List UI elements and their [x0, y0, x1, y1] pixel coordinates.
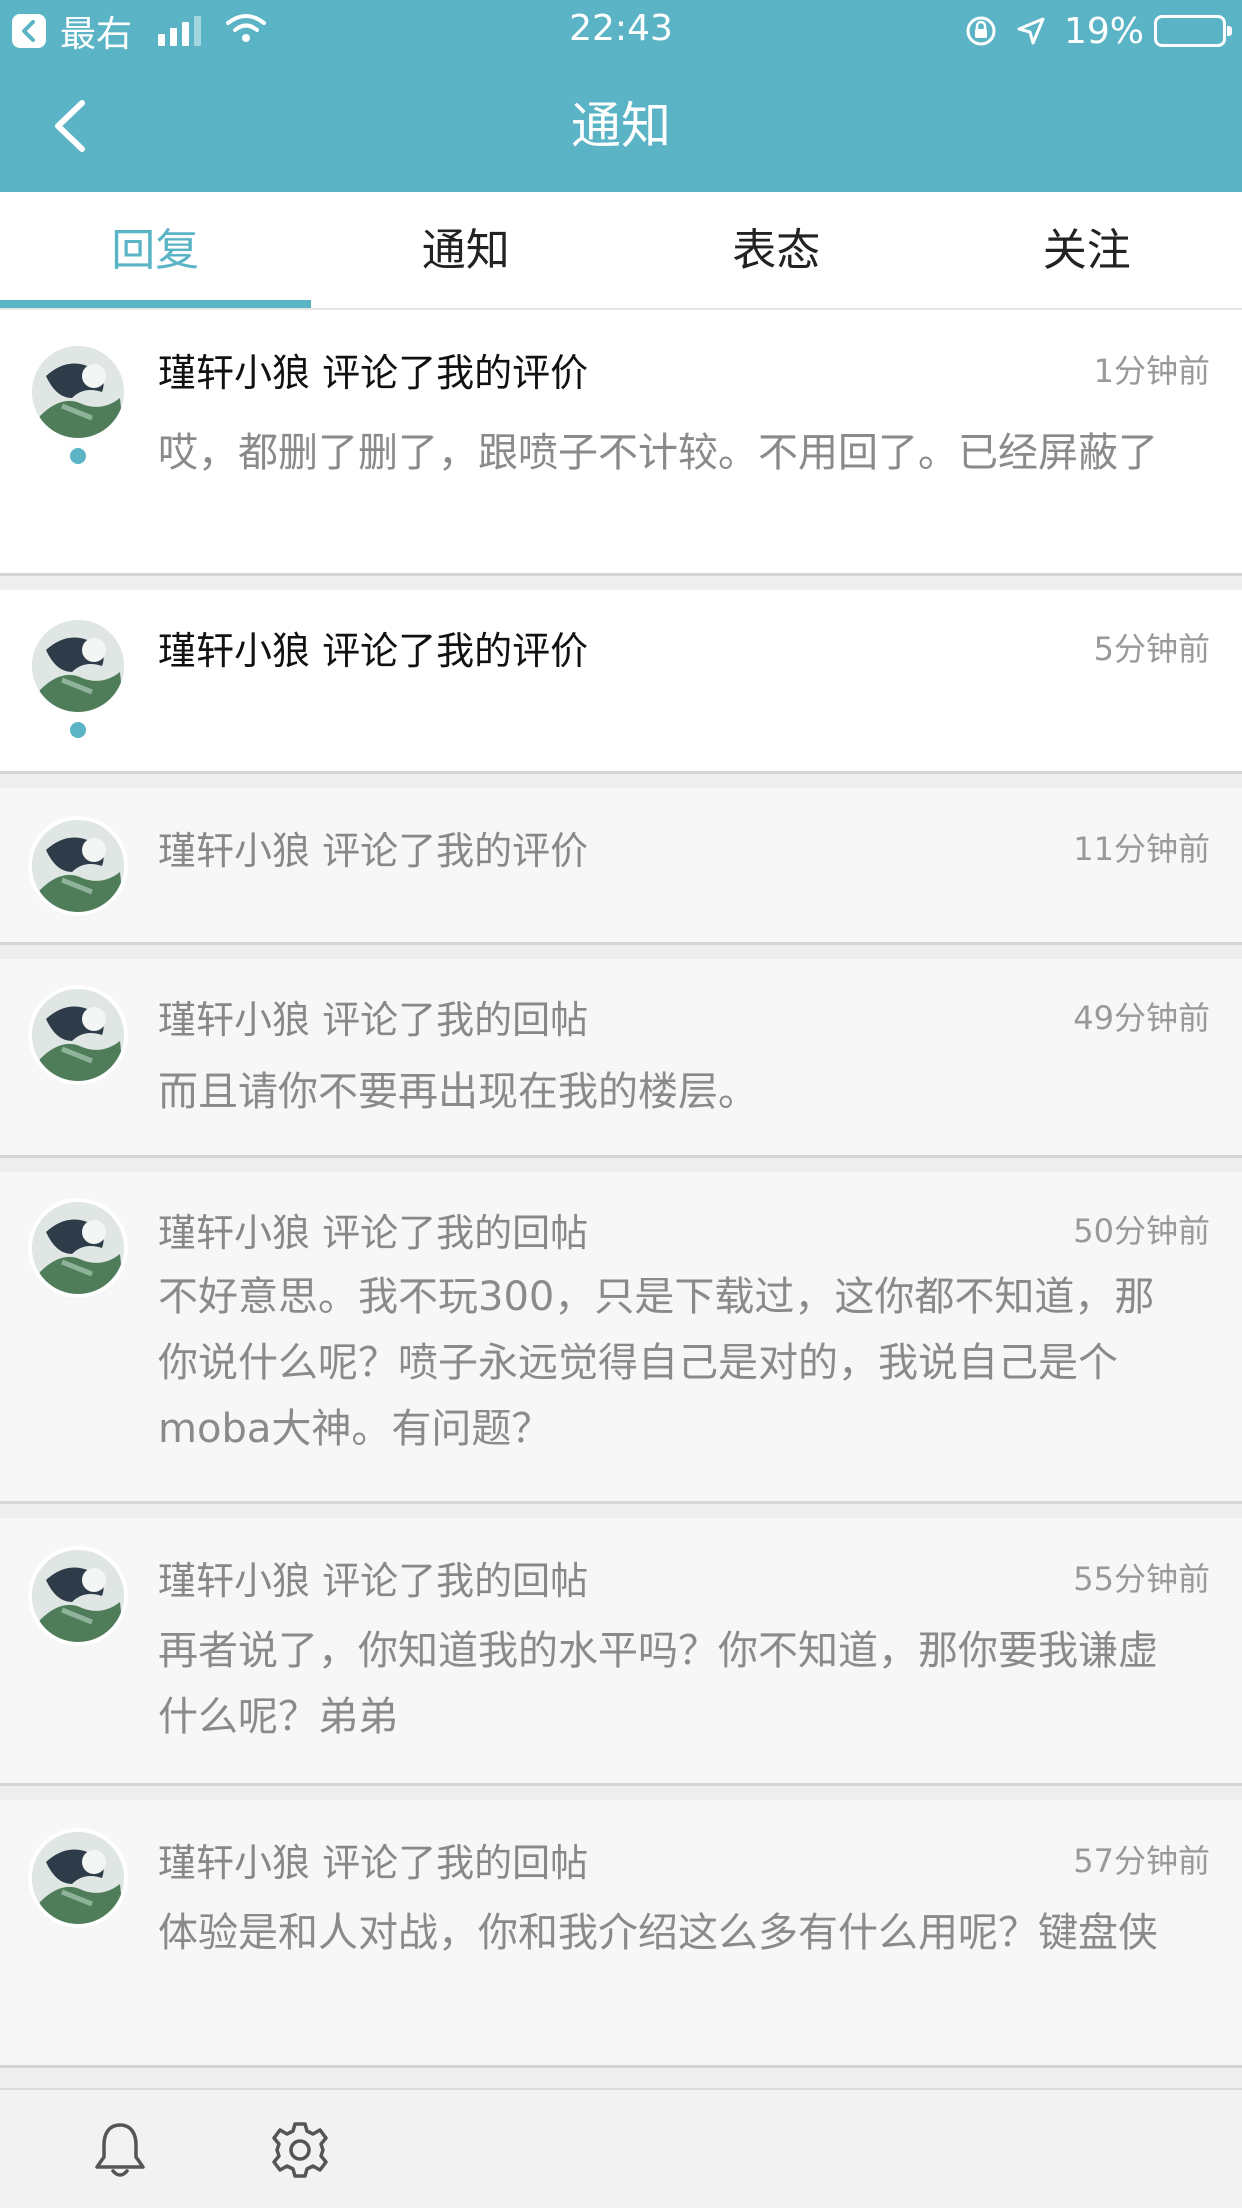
notification-content: 体验是和人对战，你和我介绍这么多有什么用呢？键盘侠: [158, 1910, 1158, 1956]
notification-time: 5分钟前: [1093, 630, 1210, 668]
notification-list: 瑾轩小狼 评论了我的评价 1分钟前 哎，都删了删了，跟喷子不计较。不用回了。已经…: [0, 310, 1242, 2082]
avatar[interactable]: [32, 820, 124, 912]
location-arrow-icon: [1016, 16, 1046, 46]
notification-content: 不好意思。我不玩300，只是下载过，这你都不知道，那你说什么呢？喷子永远觉得自己…: [158, 1274, 1155, 1452]
tab-reaction[interactable]: 表态: [621, 192, 932, 308]
notification-time: 55分钟前: [1073, 1560, 1210, 1598]
header: 最右 22:43 19% 通知: [0, 0, 1242, 192]
notification-title: 瑾轩小狼 评论了我的回帖: [158, 1559, 589, 1603]
tab-follow[interactable]: 关注: [932, 192, 1242, 308]
notification-content: 哎，都删了删了，跟喷子不计较。不用回了。已经屏蔽了: [158, 430, 1158, 476]
notification-title: 瑾轩小狼 评论了我的评价: [158, 629, 589, 673]
notification-title: 瑾轩小狼 评论了我的评价: [158, 351, 589, 395]
notification-title: 瑾轩小狼 评论了我的回帖: [158, 1211, 589, 1255]
notification-time: 11分钟前: [1073, 830, 1210, 868]
avatar[interactable]: [32, 1202, 124, 1294]
notification-title: 瑾轩小狼 评论了我的回帖: [158, 1841, 589, 1885]
avatar[interactable]: [32, 989, 124, 1081]
list-item[interactable]: 瑾轩小狼 评论了我的回帖 50分钟前 不好意思。我不玩300，只是下载过，这你都…: [0, 1172, 1242, 1504]
list-item[interactable]: 瑾轩小狼 评论了我的评价 11分钟前: [0, 788, 1242, 945]
page-title: 通知: [571, 97, 671, 155]
avatar[interactable]: [32, 1550, 124, 1642]
list-item[interactable]: 瑾轩小狼 评论了我的评价 1分钟前 哎，都删了删了，跟喷子不计较。不用回了。已经…: [0, 310, 1242, 576]
list-item[interactable]: 瑾轩小狼 评论了我的回帖 55分钟前 再者说了，你知道我的水平吗？你不知道，那你…: [0, 1518, 1242, 1786]
list-item[interactable]: 瑾轩小狼 评论了我的评价 5分钟前: [0, 590, 1242, 774]
battery-icon: [1154, 15, 1232, 47]
tab-bar: 回复 通知 表态 关注: [0, 192, 1242, 310]
notification-time: 1分钟前: [1093, 352, 1210, 390]
list-item[interactable]: 瑾轩小狼 评论了我的回帖 49分钟前 而且请你不要再出现在我的楼层。: [0, 959, 1242, 1158]
notification-title: 瑾轩小狼 评论了我的评价: [158, 829, 589, 873]
unread-dot: [70, 722, 86, 738]
notification-time: 50分钟前: [1073, 1212, 1210, 1250]
notification-time: 57分钟前: [1073, 1842, 1210, 1880]
battery-percent: 19%: [1063, 10, 1144, 52]
orientation-lock-icon: [964, 14, 998, 48]
avatar[interactable]: [32, 1832, 124, 1924]
tab-notice[interactable]: 通知: [311, 192, 622, 308]
app: 最右 22:43 19% 通知 回复 通知 表态 关注 瑾轩小狼 评论了我的评价…: [0, 0, 1242, 2208]
avatar[interactable]: [32, 346, 124, 438]
notification-content: 而且请你不要再出现在我的楼层。: [158, 1069, 758, 1115]
gear-icon[interactable]: [270, 2120, 330, 2180]
bell-icon[interactable]: [90, 2120, 150, 2180]
avatar[interactable]: [32, 620, 124, 712]
bottom-bar: [0, 2088, 1242, 2208]
notification-content: 再者说了，你知道我的水平吗？你不知道，那你要我谦虚什么呢？弟弟: [158, 1628, 1158, 1740]
status-bar: 最右 22:43 19%: [0, 0, 1242, 62]
tab-reply[interactable]: 回复: [0, 192, 311, 308]
unread-dot: [70, 448, 86, 464]
status-right: 19%: [964, 10, 1232, 52]
list-item[interactable]: 瑾轩小狼 评论了我的回帖 57分钟前 体验是和人对战，你和我介绍这么多有什么用呢…: [0, 1800, 1242, 2068]
notification-time: 49分钟前: [1073, 999, 1210, 1037]
notification-title: 瑾轩小狼 评论了我的回帖: [158, 998, 589, 1042]
